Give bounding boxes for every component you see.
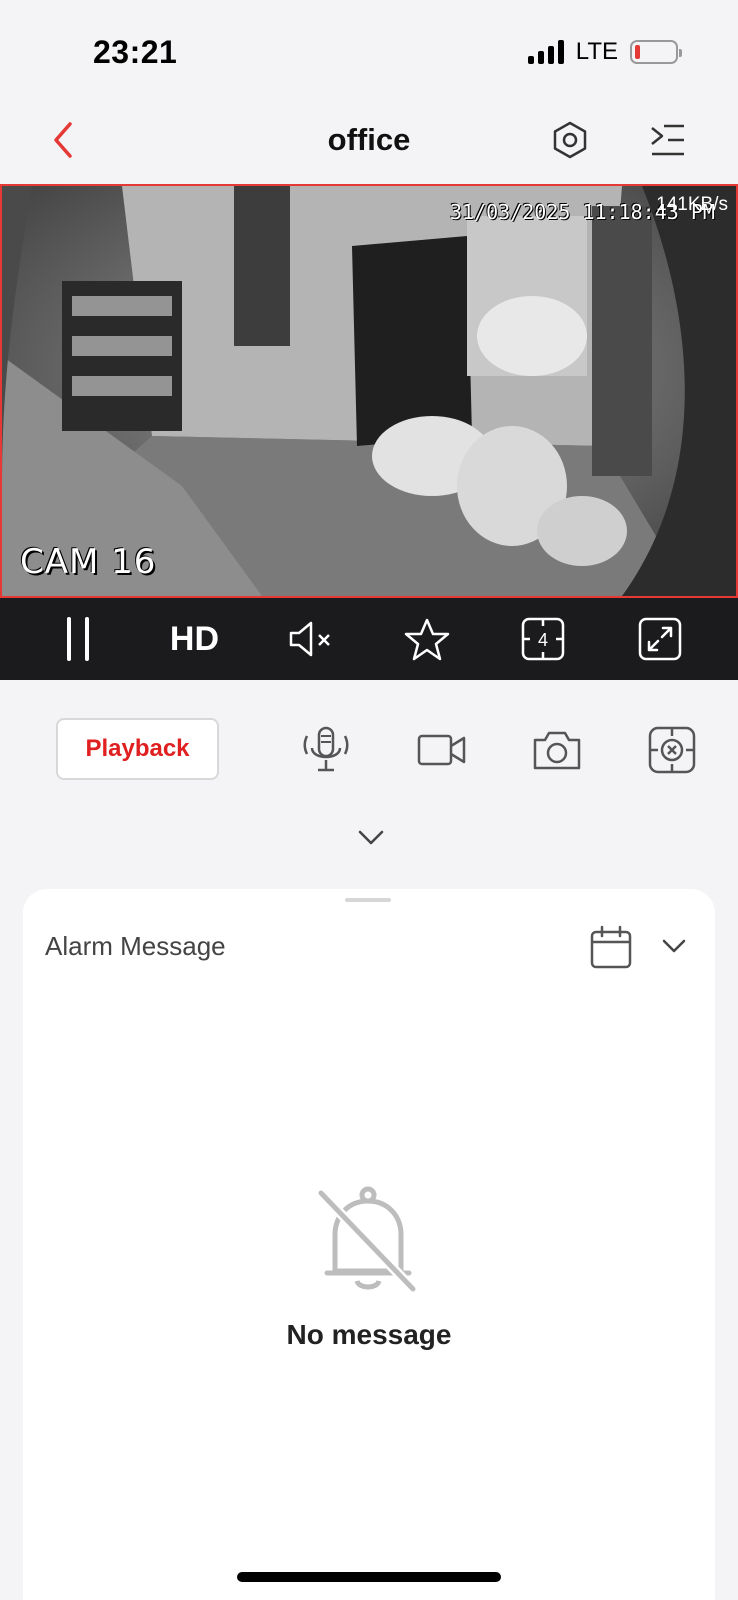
microphone-icon <box>303 726 349 772</box>
snapshot-button[interactable] <box>531 724 583 776</box>
settings-hexagon-icon <box>553 121 587 159</box>
split-screen-icon: 4 <box>522 617 565 661</box>
bell-off-icon <box>313 1183 423 1299</box>
calendar-icon <box>590 925 632 969</box>
ptz-control-icon <box>648 726 696 774</box>
action-row: Playback <box>0 718 738 782</box>
live-video-view[interactable]: 31/03/2025 11:18:43 PM 141KB/s CAM 16 <box>0 184 738 598</box>
settings-button[interactable] <box>548 118 592 162</box>
split-count: 4 <box>538 630 548 650</box>
fullscreen-button[interactable] <box>630 609 690 669</box>
drag-handle[interactable] <box>345 898 391 902</box>
quality-button[interactable]: HD <box>164 609 224 669</box>
fullscreen-icon <box>638 617 682 661</box>
empty-state-text: No message <box>286 1319 452 1350</box>
camera-feed-image <box>2 186 736 596</box>
star-icon <box>404 618 450 661</box>
nav-bar: office <box>0 100 738 184</box>
pause-icon <box>67 617 90 661</box>
talk-button[interactable] <box>300 724 352 776</box>
bitrate-readout: 141KB/s <box>656 194 728 215</box>
status-bar: 23:21 LTE <box>0 0 738 100</box>
status-time: 23:21 <box>93 34 178 70</box>
channel-list-icon <box>651 124 684 156</box>
video-record-icon <box>417 734 466 766</box>
playback-button[interactable]: Playback <box>56 718 219 780</box>
alarm-panel: Alarm Message No message <box>23 889 715 1600</box>
split-screen-button[interactable]: 4 <box>513 609 573 669</box>
battery-icon <box>630 40 682 64</box>
home-indicator[interactable] <box>237 1572 501 1582</box>
record-button[interactable] <box>416 724 468 776</box>
alarm-filter-dropdown[interactable] <box>659 931 689 961</box>
expand-button[interactable] <box>354 822 388 852</box>
camera-label: CAM 16 <box>20 542 157 582</box>
alarm-panel-title: Alarm Message <box>45 931 226 961</box>
video-control-bar: HD 4 <box>0 598 738 680</box>
chevron-down-icon <box>358 830 384 845</box>
page-title: office <box>327 122 411 157</box>
ptz-button[interactable] <box>646 724 698 776</box>
calendar-button[interactable] <box>589 924 633 970</box>
chevron-down-icon <box>662 939 686 953</box>
speaker-muted-icon <box>289 621 330 657</box>
mute-button[interactable] <box>281 609 341 669</box>
favorite-button[interactable] <box>397 609 457 669</box>
signal-icon <box>527 40 564 64</box>
network-type: LTE <box>575 38 618 65</box>
status-indicators: LTE <box>527 38 682 66</box>
pause-button[interactable] <box>48 609 108 669</box>
channel-list-button[interactable] <box>646 118 690 162</box>
quality-label: HD <box>169 619 220 658</box>
camera-snapshot-icon <box>533 731 581 770</box>
